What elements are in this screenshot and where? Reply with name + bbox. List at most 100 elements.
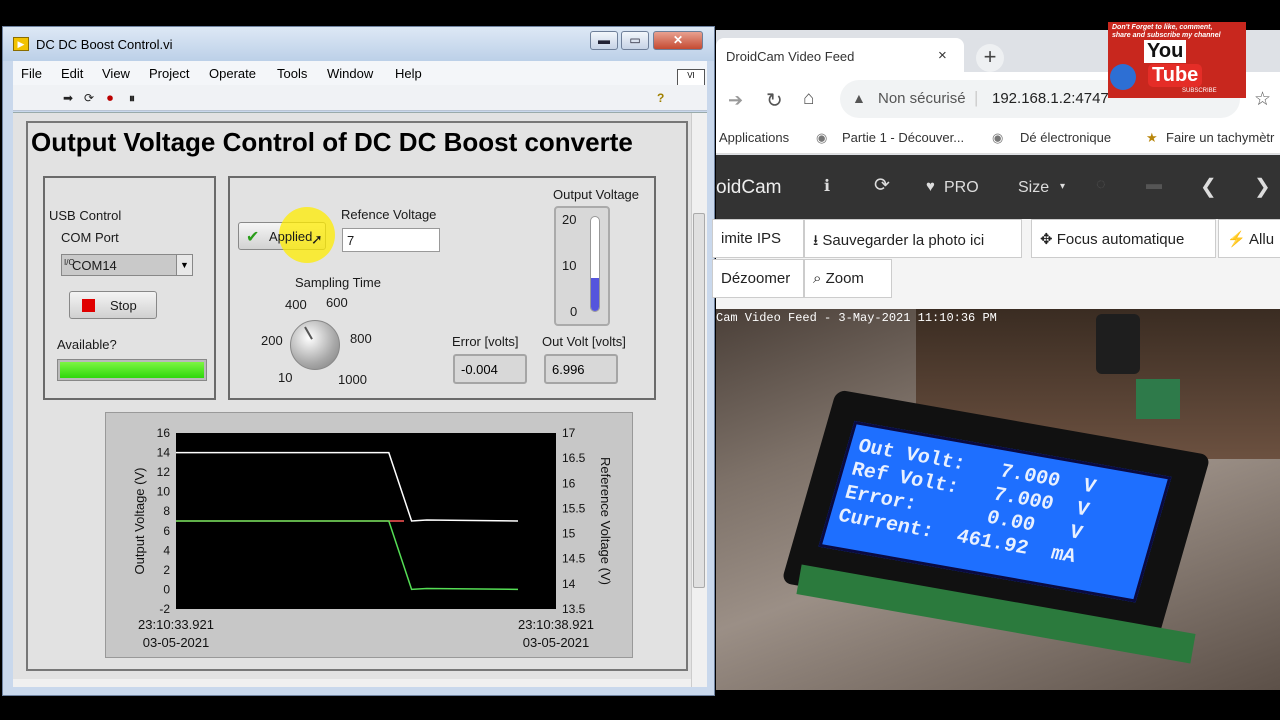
menu-window[interactable]: Window: [327, 66, 373, 81]
error-label: Error [volts]: [452, 334, 519, 349]
horizontal-scrollbar[interactable]: [13, 679, 691, 687]
save-photo-button[interactable]: ⭳ Sauvegarder la photo ici: [804, 219, 1022, 258]
bookmark-star-icon: ★: [1146, 130, 1158, 145]
y-tick-label: 12: [157, 465, 171, 479]
limit-ips-button[interactable]: imite IPS: [712, 219, 804, 258]
download-icon: ⭳: [813, 232, 823, 249]
tab-droidcam[interactable]: DroidCam Video Feed ×: [716, 38, 964, 72]
zoom-label: Zoom: [825, 270, 864, 287]
minus-icon: ▬: [1146, 176, 1162, 193]
globe-icon-2: ◉: [992, 130, 1004, 145]
menu-edit[interactable]: Edit: [61, 66, 83, 81]
out-volt-value: 6.996: [552, 362, 585, 377]
com-port-value: COM14: [72, 258, 117, 273]
save-photo-label: Sauvegarder la photo ici: [822, 232, 985, 249]
separator: |: [974, 88, 979, 107]
y-tick-label: 14: [157, 446, 171, 460]
yt-subscribe: SUBSCRIBE: [1182, 88, 1217, 94]
abort-icon[interactable]: ⏺: [107, 91, 113, 106]
labview-window: ▶ DC DC Boost Control.vi ▬ ▭ ✕ File Edit…: [2, 26, 715, 696]
output-voltage-label: Output Voltage: [553, 187, 640, 202]
run-continuously-icon[interactable]: ⟳: [84, 91, 94, 105]
y-tick-label: -2: [159, 602, 170, 616]
y2-axis-label: Reference Voltage (V): [598, 457, 613, 585]
heart-icon[interactable]: ♥: [926, 178, 935, 195]
y-axis-label: Output Voltage (V): [132, 468, 147, 575]
new-tab-button[interactable]: +: [976, 44, 1004, 72]
ref-voltage-value: 7: [347, 233, 355, 248]
vertical-scroll-thumb[interactable]: [693, 213, 705, 588]
tab-close-icon[interactable]: ×: [938, 47, 947, 64]
next-icon[interactable]: ❯: [1254, 174, 1271, 199]
yt-line-1: Don't Forget to like, comment,: [1112, 24, 1213, 31]
droidcam-brand: oidCam: [716, 177, 782, 198]
menu-operate[interactable]: Operate: [209, 66, 256, 81]
spinner-icon: ◌: [1096, 176, 1106, 193]
x-end-label: 03-05-2021: [523, 635, 590, 650]
forward-icon[interactable]: ➔: [728, 90, 743, 111]
camera-feed: Cam Video Feed - 3-May-2021 11:10:36 PM …: [716, 309, 1280, 690]
bookmark-applications[interactable]: Applications: [719, 130, 789, 145]
menu-bar: File Edit View Project Operate Tools Win…: [13, 61, 707, 85]
apply-button[interactable]: ✔ Applied ➚: [238, 207, 335, 263]
menu-project[interactable]: Project: [149, 66, 189, 81]
sampling-time-knob[interactable]: [290, 320, 340, 370]
dropdown-arrow-icon[interactable]: ▼: [176, 255, 192, 275]
x-end-label: 23:10:38.921: [518, 617, 594, 632]
error-value: -0.004: [461, 362, 498, 377]
window-title: DC DC Boost Control.vi: [36, 37, 173, 52]
pause-icon[interactable]: ⏸: [129, 91, 135, 106]
yt-you: You: [1144, 40, 1187, 63]
droidcam-navbar: oidCam ℹ ⟳ ♥ PRO Size ▾ ◌ ▬ ❮ ❯: [716, 155, 1280, 219]
vertical-scrollbar[interactable]: [691, 113, 707, 687]
caret-icon: ▾: [1060, 181, 1066, 192]
size-dropdown[interactable]: Size: [1018, 179, 1049, 197]
y2-tick-label: 13.5: [562, 602, 586, 616]
bookmark-electronique[interactable]: Dé électronique: [1020, 130, 1111, 145]
prev-icon[interactable]: ❮: [1200, 174, 1217, 199]
star-icon[interactable]: ☆: [1254, 88, 1271, 111]
panel-heading: Output Voltage Control of DC DC Boost co…: [31, 127, 633, 157]
like-icon: [1110, 64, 1136, 90]
checkmark-icon: ✔: [246, 229, 260, 246]
flash-button[interactable]: ⚡ Allu: [1218, 219, 1280, 258]
zoom-in-button[interactable]: ⌕ Zoom: [804, 259, 892, 298]
autofocus-button[interactable]: ✥ Focus automatique: [1031, 219, 1216, 258]
com-port-select[interactable]: I/O COM14 ▼: [61, 254, 193, 276]
menu-view[interactable]: View: [102, 66, 130, 81]
bookmarks-bar: Applications ◉ Partie 1 - Découver... ◉ …: [716, 124, 1280, 154]
menu-file[interactable]: File: [21, 66, 42, 81]
context-help-icon[interactable]: ?: [657, 91, 664, 105]
zoom-icon: ⌕: [813, 270, 826, 287]
control-frame: ✔ Applied ➚ Refence Voltage 7 Sampling T…: [228, 176, 656, 400]
info-icon[interactable]: ℹ: [824, 176, 830, 196]
lcd-screen: Out Volt: 7.000 V Ref Volt: 7.000 V Error:…: [818, 420, 1172, 603]
yt-tube: Tube: [1148, 64, 1203, 87]
ref-voltage-label: Refence Voltage: [341, 207, 437, 222]
menu-help[interactable]: Help: [395, 66, 422, 81]
stop-button[interactable]: Stop: [69, 291, 157, 319]
close-button[interactable]: ✕: [653, 31, 703, 50]
knob-tick-10: 10: [278, 370, 293, 385]
knob-pointer: [304, 326, 313, 340]
ref-voltage-input[interactable]: 7: [342, 228, 440, 252]
bookmark-tachymetre[interactable]: Faire un tachymètr: [1166, 130, 1274, 145]
y-tick-label: 6: [163, 524, 170, 538]
bookmark-partie1[interactable]: Partie 1 - Découver...: [842, 130, 964, 145]
stop-icon: [82, 299, 95, 312]
maximize-button[interactable]: ▭: [621, 31, 649, 50]
minimize-button[interactable]: ▬: [590, 31, 618, 50]
run-arrow-icon[interactable]: ➡: [63, 91, 73, 105]
title-bar[interactable]: ▶ DC DC Boost Control.vi ▬ ▭ ✕: [3, 27, 714, 61]
usb-control-title: USB Control: [49, 208, 122, 223]
menu-tools[interactable]: Tools: [277, 66, 307, 81]
zoom-out-button[interactable]: Dézoomer: [712, 259, 804, 298]
refresh-icon[interactable]: ⟳: [874, 174, 890, 197]
reload-icon[interactable]: ↻: [766, 88, 783, 113]
pro-link[interactable]: PRO: [944, 179, 979, 197]
home-icon[interactable]: ⌂: [803, 88, 814, 110]
y-tick-label: 0: [163, 582, 170, 596]
voltage-chart: 16 14 12 10 8 6 4 2 0 -2 17 16.5 16 15.5 15 14.5 14 13.5 O…: [132, 426, 613, 650]
terminal-block: [1136, 379, 1180, 419]
autofocus-label: Focus automatique: [1056, 231, 1185, 248]
